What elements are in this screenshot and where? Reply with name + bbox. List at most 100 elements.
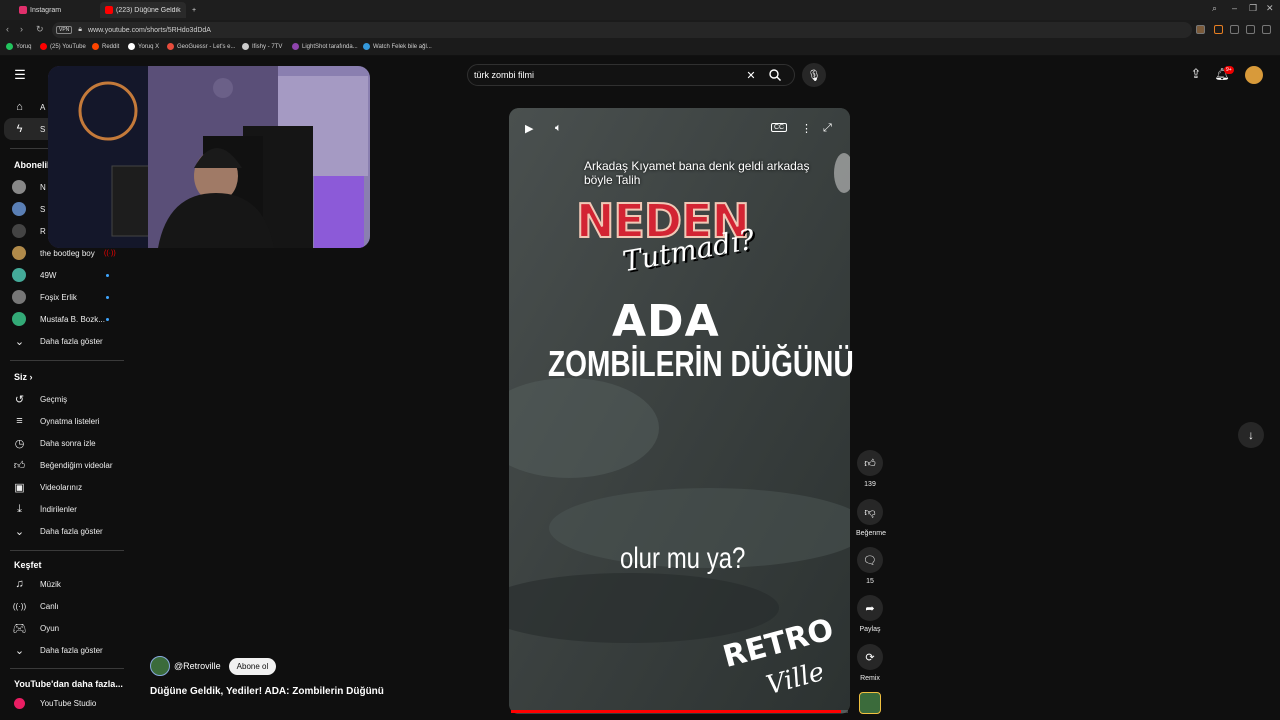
- extension-icon[interactable]: [1214, 25, 1223, 34]
- sidebar-item-history[interactable]: ↺ Geçmiş: [0, 388, 128, 410]
- bookmark-item[interactable]: Yoruq: [6, 43, 31, 50]
- divider: [10, 550, 124, 551]
- forward-icon[interactable]: ›: [20, 24, 23, 34]
- search-input[interactable]: [474, 68, 744, 82]
- music-icon: ♫: [15, 578, 24, 590]
- play-icon[interactable]: ▶: [525, 122, 533, 135]
- menu-icon[interactable]: ☰: [12, 67, 28, 82]
- bookmark-item[interactable]: Ifishy - 7TV: [242, 43, 282, 50]
- streamer-webcam-image: [48, 66, 370, 248]
- overlay-title-ada: ADA: [612, 296, 720, 347]
- minimize-icon[interactable]: –: [1232, 3, 1237, 13]
- sidebar-item-playlists[interactable]: ≡ Oynatma listeleri: [0, 410, 128, 432]
- extension-icon[interactable]: [1230, 25, 1239, 34]
- shorts-icon: ϟ: [16, 123, 23, 135]
- remix-icon: ⟳: [857, 644, 883, 670]
- youtube-page: ☰ ⌂ A ϟS Abonelil N S R the bootleg boy((…: [0, 56, 1280, 720]
- clear-search-icon[interactable]: ✕: [744, 68, 758, 82]
- bookmark-icon: [363, 43, 370, 50]
- user-avatar[interactable]: [1245, 66, 1263, 84]
- thumbs-up-icon: 👍︎: [857, 450, 883, 476]
- browser-tab-bar: Instagram (223) Düğüne Geldik, Yedi + ⌕ …: [0, 0, 1280, 20]
- bookmark-icon: [292, 43, 299, 50]
- avatar: [12, 224, 26, 238]
- bookmark-item[interactable]: Yoruq X: [128, 43, 159, 50]
- sidebar-item-subscription[interactable]: 49W: [0, 264, 128, 286]
- sidebar-item-watch-later[interactable]: ◷ Daha sonra izle: [0, 432, 128, 454]
- history-icon: ↺: [14, 393, 25, 406]
- webcam-overlay: [48, 66, 370, 248]
- dislike-button[interactable]: 👎︎ Beğenme: [856, 499, 886, 537]
- bookmark-item[interactable]: GeoGuessr - Let's e...: [167, 43, 236, 50]
- game-icon: 🎮︎: [12, 622, 27, 635]
- bookmark-item[interactable]: Reddit: [92, 43, 119, 50]
- comment-icon: 🗨︎: [857, 547, 883, 573]
- show-more-button[interactable]: ⌄ Daha fazla göster: [0, 639, 128, 661]
- search-tabs-icon[interactable]: ⌕: [1212, 3, 1217, 14]
- upload-icon[interactable]: ⇪: [1188, 66, 1204, 82]
- tab-instagram[interactable]: Instagram: [14, 2, 98, 18]
- bookmark-icon: [6, 43, 13, 50]
- closed-captions-icon[interactable]: CC: [771, 123, 788, 132]
- like-button[interactable]: 👍︎ 139: [856, 450, 884, 488]
- sidebar-item-live[interactable]: ((·)) Canlı: [0, 595, 128, 617]
- bookmark-item[interactable]: LightShot tarafında...: [292, 43, 358, 50]
- sidebar-item-downloads[interactable]: ⤓ İndirilenler: [0, 498, 128, 520]
- sidebar-item-liked[interactable]: 👍︎ Beğendiğim videolar: [0, 454, 128, 476]
- sidebar-item-subscription[interactable]: Mustafa B. Bozk...: [0, 308, 128, 330]
- sidebar-item-your-videos[interactable]: ▣ Videolarınız: [0, 476, 128, 498]
- share-icon: ➦: [857, 595, 883, 621]
- share-button[interactable]: ➦ Paylaş: [856, 595, 884, 633]
- reload-icon[interactable]: ↻: [36, 24, 44, 35]
- bookmark-item[interactable]: (25) YouTube: [40, 43, 86, 50]
- more-options-icon[interactable]: ⋮: [801, 122, 812, 135]
- maximize-icon[interactable]: ❐: [1249, 3, 1257, 14]
- playlist-icon: ≡: [16, 415, 23, 427]
- sound-thumbnail[interactable]: [859, 692, 881, 714]
- show-more-button[interactable]: ⌄ Daha fazla göster: [0, 330, 128, 352]
- bookmark-item[interactable]: Watch Felek bile ağl...: [363, 43, 432, 50]
- back-icon[interactable]: ‹: [6, 24, 9, 34]
- video-progress-bar[interactable]: [511, 710, 848, 713]
- tab-youtube[interactable]: (223) Düğüne Geldik, Yedi: [100, 2, 186, 18]
- ai-icon[interactable]: [1262, 25, 1271, 34]
- avatar: [12, 180, 26, 194]
- search-icon[interactable]: [768, 68, 782, 82]
- url-field[interactable]: VPN 🔒︎ www.youtube.com/shorts/5RHdo3dDdA: [52, 22, 1192, 38]
- remix-button[interactable]: ⟳ Remix: [856, 644, 884, 682]
- sidebar-item-gaming[interactable]: 🎮︎ Oyun: [0, 617, 128, 639]
- you-heading[interactable]: Siz ›: [14, 372, 33, 382]
- bookmark-icon: [128, 43, 135, 50]
- youtube-studio-icon: [13, 697, 26, 710]
- vpn-badge[interactable]: VPN: [56, 26, 73, 34]
- channel-avatar[interactable]: [150, 656, 170, 676]
- comments-button[interactable]: 🗨︎ 15: [856, 547, 884, 585]
- comment-count: 15: [866, 578, 874, 585]
- close-window-icon[interactable]: ✕: [1266, 3, 1274, 14]
- voice-search-icon[interactable]: 🎙︎: [802, 63, 826, 87]
- sidebar-item-youtube-studio[interactable]: YouTube Studio: [0, 692, 128, 714]
- extension-icon[interactable]: [1246, 25, 1255, 34]
- extension-icon[interactable]: [1196, 25, 1205, 34]
- channel-handle[interactable]: @Retroville: [174, 661, 221, 671]
- video-title[interactable]: Düğüne Geldik, Yediler! ADA: Zombilerin …: [150, 686, 384, 697]
- new-content-dot: [106, 295, 109, 299]
- video-caption: Arkadaş Kıyamet bana denk geldi arkadaş …: [584, 159, 810, 187]
- chevron-down-icon: ⌄: [14, 644, 25, 657]
- youtube-icon: [105, 6, 113, 14]
- sidebar-item-music[interactable]: ♫ Müzik: [0, 573, 128, 595]
- subscribe-button[interactable]: Abone ol: [228, 657, 277, 675]
- live-icon: ((·)): [12, 601, 27, 611]
- bookmarks-bar: Yoruq (25) YouTube Reddit Yoruq X GeoGue…: [0, 41, 1280, 56]
- volume-icon[interactable]: 🔈︎: [555, 122, 562, 135]
- tab-label: (223) Düğüne Geldik, Yedi: [116, 6, 181, 14]
- next-video-arrow-icon[interactable]: ↓: [1238, 422, 1264, 448]
- new-tab-button[interactable]: +: [188, 2, 200, 18]
- subscriptions-heading[interactable]: Abonelil: [14, 160, 50, 170]
- search-bar[interactable]: ✕: [467, 64, 795, 86]
- fullscreen-icon[interactable]: ⤢: [823, 122, 832, 135]
- sidebar-item-subscription[interactable]: Foşix Erlik: [0, 286, 128, 308]
- notification-count-badge: 9+: [1224, 66, 1234, 74]
- channel-info: @Retroville Abone ol: [150, 656, 277, 676]
- show-more-button[interactable]: ⌄ Daha fazla göster: [0, 520, 128, 542]
